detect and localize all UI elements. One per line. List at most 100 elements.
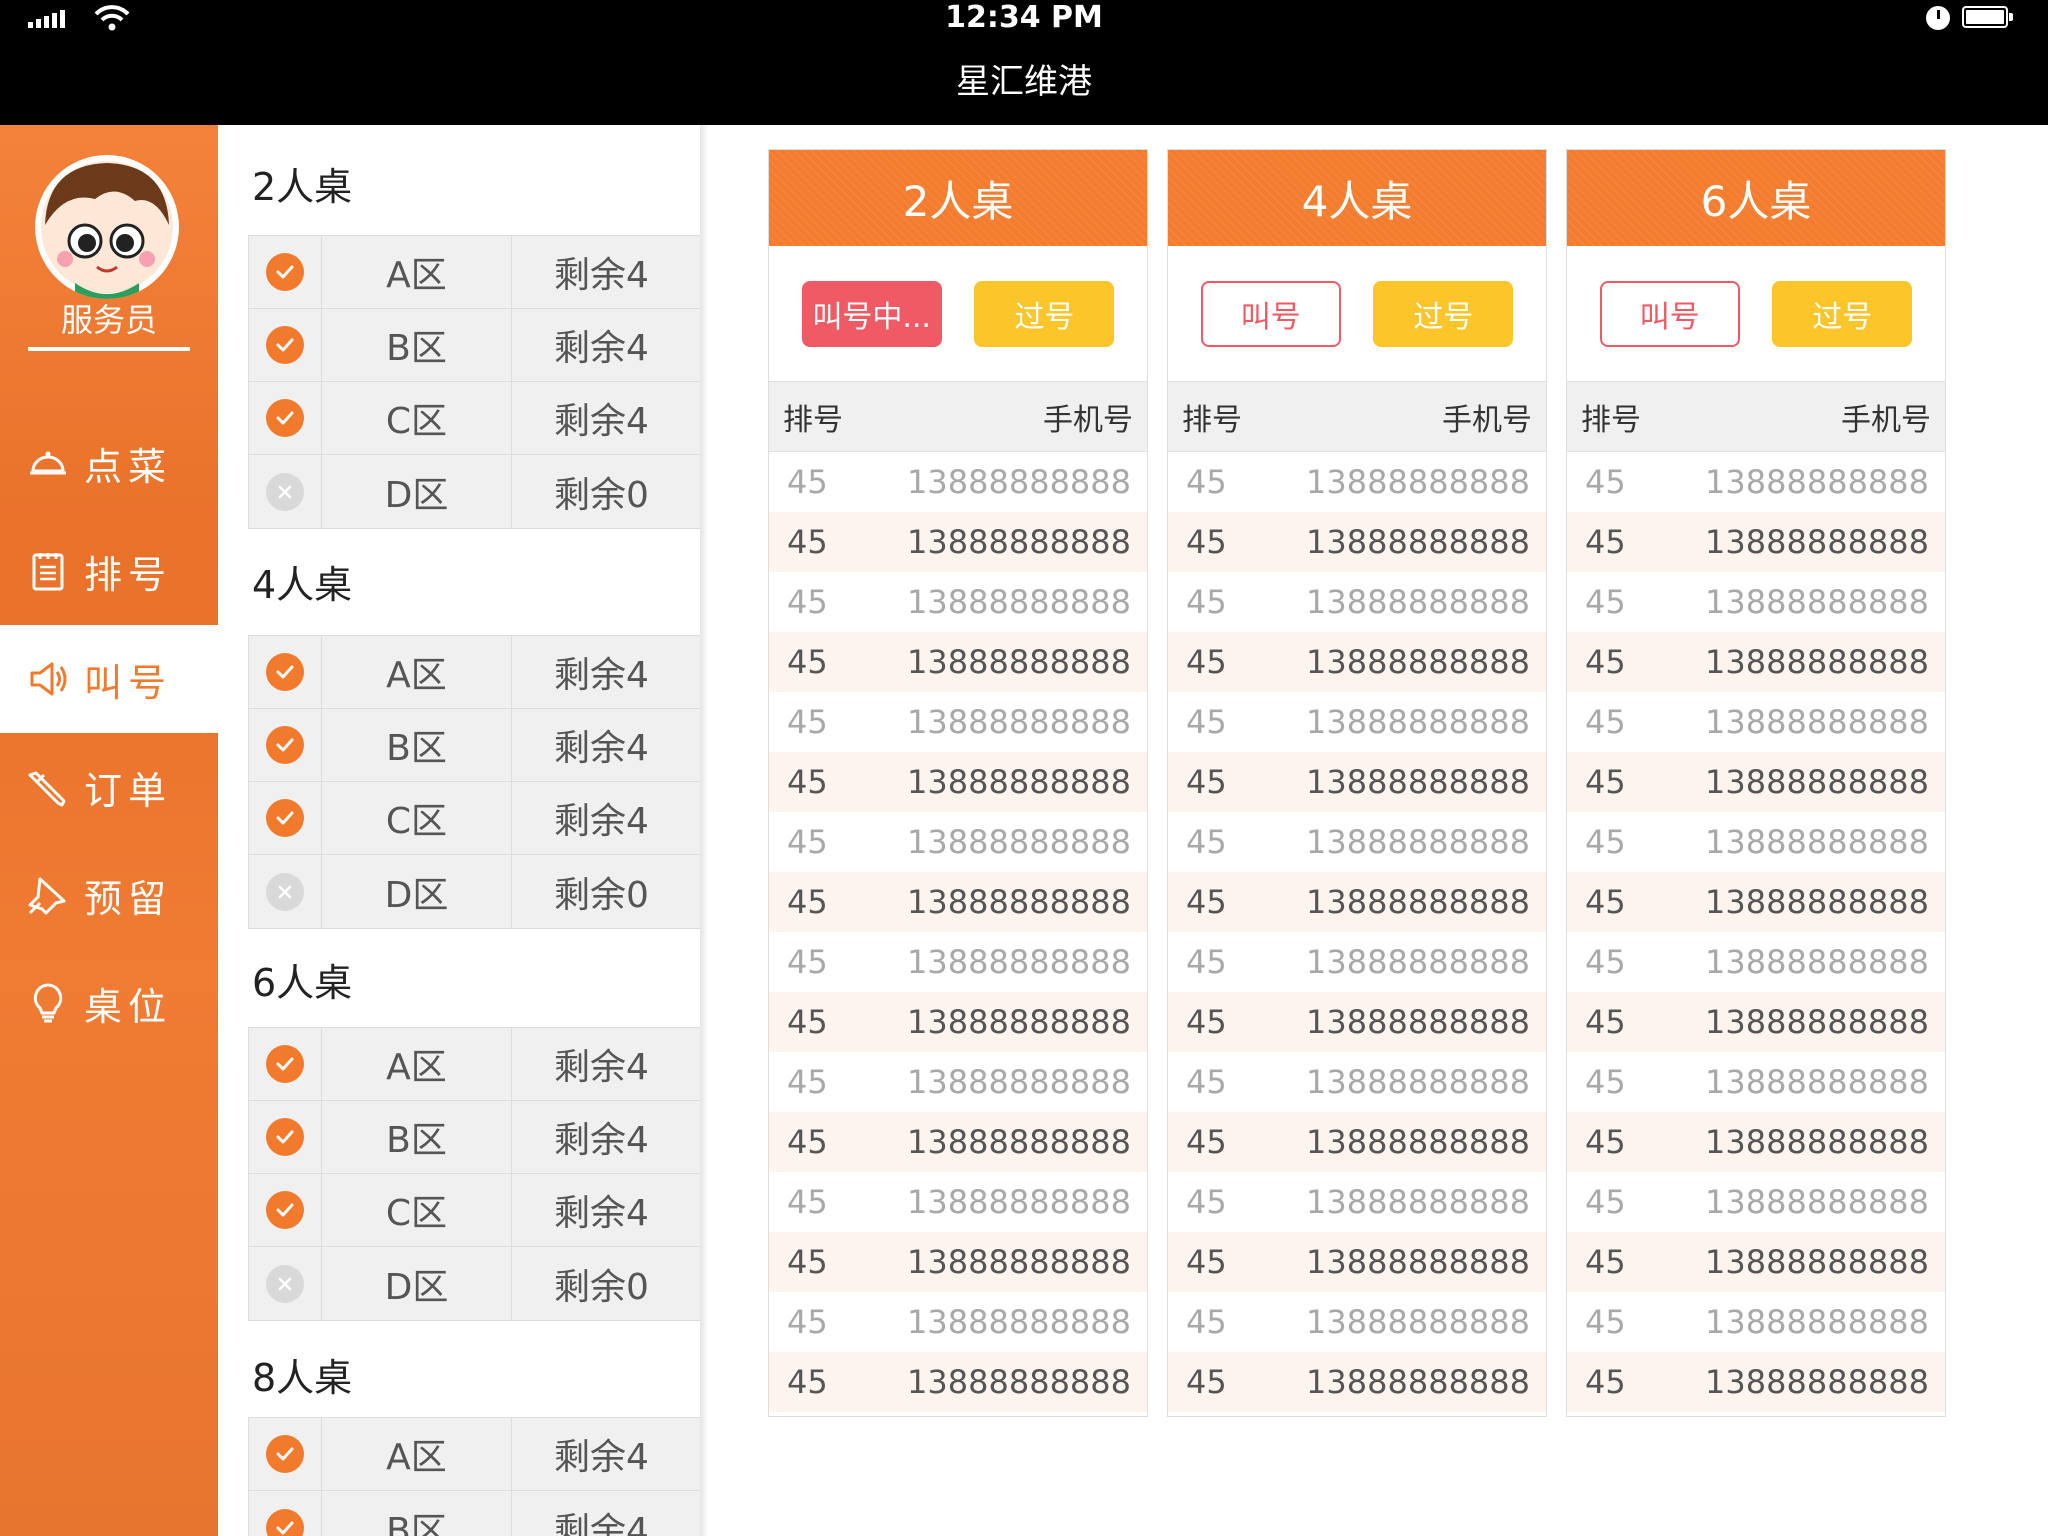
queue-row[interactable]: 45 13888888888 bbox=[769, 872, 1147, 932]
queue-row[interactable]: 45 13888888888 bbox=[1567, 512, 1945, 572]
queue-number: 45 bbox=[1585, 883, 1626, 921]
queue-row[interactable]: 45 13888888888 bbox=[1567, 1112, 1945, 1172]
queue-list[interactable]: 45 13888888888 45 13888888888 45 13888888888 4… bbox=[769, 452, 1147, 1412]
queue-row[interactable]: 45 13888888888 bbox=[1567, 452, 1945, 512]
area-row[interactable]: A区 剩余4 bbox=[249, 1418, 706, 1491]
nav-item-orders[interactable]: 订单 bbox=[0, 733, 218, 841]
queue-row[interactable]: 45 13888888888 bbox=[1567, 632, 1945, 692]
nav-item-order[interactable]: 点菜 bbox=[0, 409, 218, 517]
call-button[interactable]: 叫号中... bbox=[801, 280, 942, 347]
queue-row[interactable]: 45 13888888888 bbox=[769, 512, 1147, 572]
call-button[interactable]: 叫号 bbox=[1200, 280, 1341, 347]
queue-row[interactable]: 45 13888888888 bbox=[1168, 1112, 1546, 1172]
clipboard-icon bbox=[26, 549, 70, 593]
queue-row[interactable]: 45 13888888888 bbox=[1567, 992, 1945, 1052]
area-row[interactable]: D区 剩余0 bbox=[249, 855, 706, 928]
queue-row[interactable]: 45 13888888888 bbox=[769, 1232, 1147, 1292]
area-row[interactable]: C区 剩余4 bbox=[249, 382, 706, 455]
queue-row[interactable]: 45 13888888888 bbox=[1567, 572, 1945, 632]
queue-row[interactable]: 45 13888888888 bbox=[1168, 812, 1546, 872]
queue-row[interactable]: 45 13888888888 bbox=[769, 1292, 1147, 1352]
queue-row[interactable]: 45 13888888888 bbox=[1168, 1172, 1546, 1232]
group-title: 4人桌 bbox=[252, 563, 353, 607]
call-button[interactable]: 叫号 bbox=[1599, 280, 1740, 347]
area-toggle[interactable] bbox=[249, 309, 322, 381]
area-row[interactable]: D区 剩余0 bbox=[249, 1247, 706, 1320]
queue-row[interactable]: 45 13888888888 bbox=[1168, 1292, 1546, 1352]
queue-row[interactable]: 45 13888888888 bbox=[769, 452, 1147, 512]
queue-row[interactable]: 45 13888888888 bbox=[1168, 1352, 1546, 1412]
area-row[interactable]: C区 剩余4 bbox=[249, 782, 706, 855]
nav-item-tables[interactable]: 桌位 bbox=[0, 949, 218, 1057]
queue-row[interactable]: 45 13888888888 bbox=[1168, 452, 1546, 512]
nav-item-call[interactable]: 叫号 bbox=[0, 625, 218, 733]
area-toggle[interactable] bbox=[249, 636, 322, 708]
phone-number: 13888888888 bbox=[907, 1243, 1131, 1281]
area-row[interactable]: B区 剩余4 bbox=[249, 1491, 706, 1536]
area-row[interactable]: A区 剩余4 bbox=[249, 236, 706, 309]
queue-row[interactable]: 45 13888888888 bbox=[1567, 812, 1945, 872]
area-row[interactable]: B区 剩余4 bbox=[249, 309, 706, 382]
queue-row[interactable]: 45 13888888888 bbox=[769, 992, 1147, 1052]
queue-row[interactable]: 45 13888888888 bbox=[1168, 512, 1546, 572]
area-toggle[interactable] bbox=[249, 855, 322, 928]
queue-row[interactable]: 45 13888888888 bbox=[1567, 1292, 1945, 1352]
area-toggle[interactable] bbox=[249, 1174, 322, 1246]
area-toggle[interactable] bbox=[249, 382, 322, 454]
queue-list[interactable]: 45 13888888888 45 13888888888 45 13888888888 4… bbox=[1567, 452, 1945, 1412]
queue-list[interactable]: 45 13888888888 45 13888888888 45 13888888888 4… bbox=[1168, 452, 1546, 1412]
queue-row[interactable]: 45 13888888888 bbox=[1567, 872, 1945, 932]
queue-row[interactable]: 45 13888888888 bbox=[769, 632, 1147, 692]
queue-row[interactable]: 45 13888888888 bbox=[1567, 1052, 1945, 1112]
queue-row[interactable]: 45 13888888888 bbox=[1567, 752, 1945, 812]
queue-row[interactable]: 45 13888888888 bbox=[769, 1172, 1147, 1232]
area-toggle[interactable] bbox=[249, 782, 322, 854]
area-toggle[interactable] bbox=[249, 709, 322, 781]
area-row[interactable]: D区 剩余0 bbox=[249, 455, 706, 528]
area-toggle[interactable] bbox=[249, 236, 322, 308]
queue-row[interactable]: 45 13888888888 bbox=[1168, 872, 1546, 932]
area-toggle[interactable] bbox=[249, 1418, 322, 1490]
queue-row[interactable]: 45 13888888888 bbox=[1168, 752, 1546, 812]
skip-button[interactable]: 过号 bbox=[974, 280, 1115, 347]
queue-row[interactable]: 45 13888888888 bbox=[1567, 1172, 1945, 1232]
queue-row[interactable]: 45 13888888888 bbox=[769, 572, 1147, 632]
queue-row[interactable]: 45 13888888888 bbox=[1168, 692, 1546, 752]
queue-row[interactable]: 45 13888888888 bbox=[1567, 1352, 1945, 1412]
table-group-list[interactable]: 2人桌 A区 剩余4 B区 剩余4 C区 剩余4 D区 剩余0 4人桌 A区 剩余4 B区 剩余4 C区 剩余… bbox=[218, 125, 706, 1536]
area-toggle[interactable] bbox=[249, 1101, 322, 1173]
area-toggle[interactable] bbox=[249, 455, 322, 528]
queue-row[interactable]: 45 13888888888 bbox=[1168, 572, 1546, 632]
queue-row[interactable]: 45 13888888888 bbox=[769, 1112, 1147, 1172]
remaining-count: 剩余4 bbox=[554, 1510, 649, 1536]
area-row[interactable]: A区 剩余4 bbox=[249, 1028, 706, 1101]
queue-row[interactable]: 45 13888888888 bbox=[769, 752, 1147, 812]
nav-item-reserve[interactable]: 预留 bbox=[0, 841, 218, 949]
area-toggle[interactable] bbox=[249, 1247, 322, 1320]
area-row[interactable]: A区 剩余4 bbox=[249, 636, 706, 709]
queue-row[interactable]: 45 13888888888 bbox=[1168, 1052, 1546, 1112]
area-row[interactable]: C区 剩余4 bbox=[249, 1174, 706, 1247]
avatar[interactable] bbox=[35, 155, 179, 299]
queue-row[interactable]: 45 13888888888 bbox=[1567, 1232, 1945, 1292]
area-name: A区 bbox=[322, 1028, 512, 1100]
remaining-count: 剩余4 bbox=[554, 728, 649, 769]
queue-row[interactable]: 45 13888888888 bbox=[769, 1352, 1147, 1412]
area-row[interactable]: B区 剩余4 bbox=[249, 709, 706, 782]
queue-row[interactable]: 45 13888888888 bbox=[769, 1052, 1147, 1112]
queue-row[interactable]: 45 13888888888 bbox=[1168, 932, 1546, 992]
area-row[interactable]: B区 剩余4 bbox=[249, 1101, 706, 1174]
skip-button[interactable]: 过号 bbox=[1373, 280, 1514, 347]
queue-row[interactable]: 45 13888888888 bbox=[1567, 932, 1945, 992]
nav-item-queue[interactable]: 排号 bbox=[0, 517, 218, 625]
queue-row[interactable]: 45 13888888888 bbox=[769, 692, 1147, 752]
queue-row[interactable]: 45 13888888888 bbox=[769, 812, 1147, 872]
area-toggle[interactable] bbox=[249, 1028, 322, 1100]
area-toggle[interactable] bbox=[249, 1491, 322, 1536]
queue-row[interactable]: 45 13888888888 bbox=[1168, 632, 1546, 692]
queue-row[interactable]: 45 13888888888 bbox=[769, 932, 1147, 992]
skip-button[interactable]: 过号 bbox=[1772, 280, 1913, 347]
queue-row[interactable]: 45 13888888888 bbox=[1168, 1232, 1546, 1292]
queue-row[interactable]: 45 13888888888 bbox=[1168, 992, 1546, 1052]
queue-row[interactable]: 45 13888888888 bbox=[1567, 692, 1945, 752]
